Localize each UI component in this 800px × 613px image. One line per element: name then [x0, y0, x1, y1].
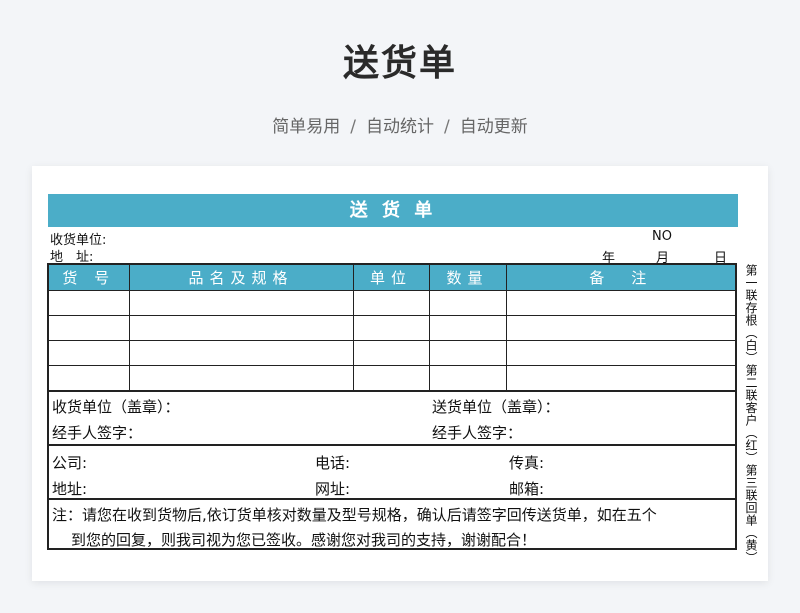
contact-section: 公司: 电话: 传真: 地址: 网址: 邮箱: — [47, 446, 737, 500]
table-cell[interactable] — [47, 315, 130, 341]
table-cell[interactable] — [428, 290, 507, 316]
copy-distribution-note: 第一联存根（白）第二联客户（红）第三联回单（黄） — [744, 264, 758, 564]
note-line-1: 注：请您在收到货物后,依订货单核对数量及型号规格，确认后请签字回传送货单，如在五… — [52, 506, 657, 524]
note-line-2: 到您的回复，则我司视为您已签收。感谢您对我司的支持，谢谢配合！ — [71, 531, 537, 549]
table-cell[interactable] — [128, 340, 354, 366]
table-cell[interactable] — [505, 315, 737, 341]
table-cell[interactable] — [128, 365, 354, 392]
table-cell[interactable] — [47, 365, 130, 392]
col-header-unit: 单位 — [352, 263, 430, 291]
page-title: 送货单 — [342, 43, 457, 84]
table-cell[interactable] — [505, 365, 737, 392]
table-cell[interactable] — [352, 340, 430, 366]
col-header-remarks: 备 注 — [505, 263, 737, 291]
col-header-item-no: 货 号 — [47, 263, 130, 291]
tag-separator: / — [350, 117, 356, 137]
table-row — [47, 315, 737, 341]
fax-label: 传真: — [509, 454, 545, 472]
delivery-form-sheet: 送 货 单 收货单位: 地 址: NO 年 月 日 货 号 品名及规格 单位 数… — [32, 166, 768, 581]
company-label: 公司: — [52, 454, 88, 472]
tag-auto-update: 自动更新 — [459, 117, 528, 137]
handler-sign-right: 经手人签字： — [432, 424, 523, 442]
tag-auto-stats: 自动统计 — [366, 117, 434, 137]
col-header-name-spec: 品名及规格 — [128, 263, 354, 291]
form-banner: 送 货 单 — [48, 194, 738, 227]
table-row — [47, 340, 737, 366]
table-cell[interactable] — [428, 365, 507, 392]
table-cell[interactable] — [47, 340, 130, 366]
table-cell[interactable] — [352, 365, 430, 392]
note-section: 注：请您在收到货物后,依订货单核对数量及型号规格，确认后请签字回传送货单，如在五… — [47, 500, 737, 550]
table-cell[interactable] — [428, 340, 507, 366]
col-header-quantity: 数量 — [428, 263, 507, 291]
tag-separator: / — [444, 117, 450, 137]
no-label: NO — [652, 229, 672, 244]
email-label: 邮箱: — [509, 480, 545, 498]
table-cell[interactable] — [352, 290, 430, 316]
tagline: 简单易用 / 自动统计 / 自动更新 — [0, 112, 800, 137]
table-row — [47, 290, 737, 316]
sender-seal-label: 送货单位（盖章）： — [432, 398, 560, 416]
handler-sign-left: 经手人签字： — [52, 424, 143, 442]
table-cell[interactable] — [505, 290, 737, 316]
table-cell[interactable] — [352, 315, 430, 341]
website-label: 网址: — [315, 480, 351, 498]
table-cell[interactable] — [128, 290, 354, 316]
tag-easy: 简单易用 — [272, 117, 341, 137]
receiver-seal-label: 收货单位（盖章）： — [52, 398, 180, 416]
table-header-row: 货 号 品名及规格 单位 数量 备 注 — [47, 263, 737, 291]
goods-table: 货 号 品名及规格 单位 数量 备 注 — [47, 263, 737, 392]
signature-section: 收货单位（盖章）： 送货单位（盖章）： 经手人签字： 经手人签字： — [47, 392, 737, 446]
table-cell[interactable] — [505, 340, 737, 366]
phone-label: 电话: — [315, 454, 351, 472]
table-row — [47, 365, 737, 392]
address2-label: 地址: — [52, 480, 88, 498]
table-cell[interactable] — [47, 290, 130, 316]
table-cell[interactable] — [428, 315, 507, 341]
table-cell[interactable] — [128, 315, 354, 341]
